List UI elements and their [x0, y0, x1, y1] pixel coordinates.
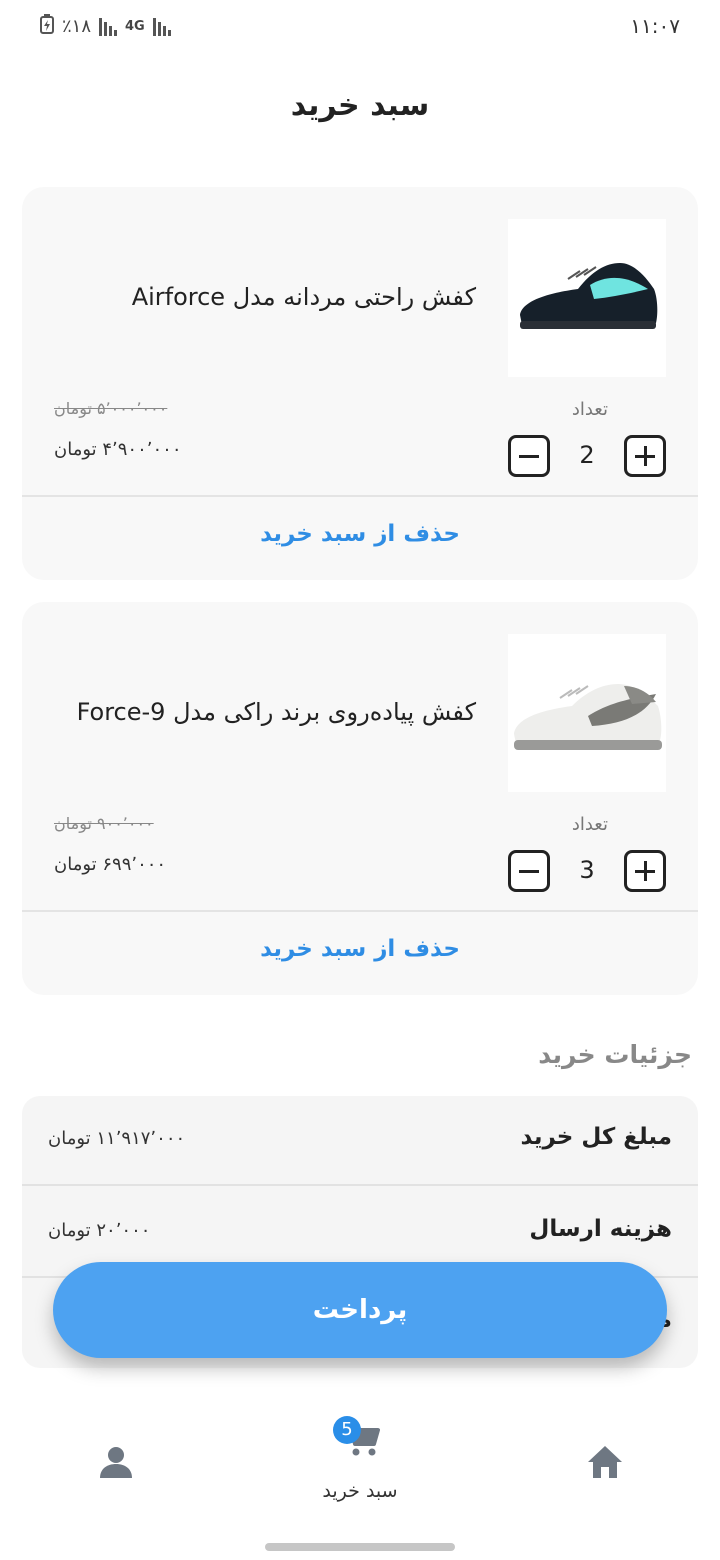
decrease-quantity-button[interactable]: [508, 850, 550, 892]
summary-label: مبلغ کل خرید: [520, 1124, 672, 1150]
product-image: [508, 219, 666, 377]
summary-value: ۲۰٬۰۰۰ تومان: [48, 1220, 151, 1241]
pay-button[interactable]: پرداخت: [53, 1262, 667, 1358]
quantity-stepper: 3: [508, 850, 666, 892]
decrease-quantity-button[interactable]: [508, 435, 550, 477]
increase-quantity-button[interactable]: [624, 435, 666, 477]
quantity-label: تعداد: [571, 399, 608, 420]
purchase-details-title: جزئیات خرید: [538, 1040, 692, 1069]
new-price: ۴٬۹۰۰٬۰۰۰ تومان: [54, 439, 182, 460]
battery-icon: [40, 14, 54, 39]
remove-from-cart-button[interactable]: حذف از سبد خرید: [22, 521, 698, 547]
increase-quantity-button[interactable]: [624, 850, 666, 892]
page-title: سبد خرید: [290, 88, 430, 123]
product-name: کفش پیاده‌روی برند راکی مدل Force-9: [76, 698, 476, 726]
cart-count-badge: 5: [333, 1416, 361, 1444]
summary-row-total: مبلغ کل خرید ۱۱٬۹۱۷٬۰۰۰ تومان: [22, 1096, 698, 1186]
battery-level: ٪۱۸: [62, 16, 92, 37]
new-price: ۶۹۹٬۰۰۰ تومان: [54, 854, 167, 875]
signal-icon-2: [152, 17, 171, 36]
white-sneaker-icon: [514, 684, 662, 750]
divider: [22, 495, 698, 497]
remove-from-cart-button[interactable]: حذف از سبد خرید: [22, 936, 698, 962]
status-bar: ٪۱۸ 4G ۱۱:۰۷: [0, 0, 720, 56]
old-price: ۵٬۰۰۰٬۰۰۰ تومان: [54, 399, 168, 418]
home-icon[interactable]: [586, 1444, 624, 1484]
clock: ۱۱:۰۷: [630, 14, 680, 38]
signal-icon: [99, 17, 118, 36]
gesture-bar: [265, 1543, 455, 1551]
summary-label: هزینه ارسال: [529, 1216, 672, 1242]
quantity-value: 2: [579, 441, 595, 469]
quantity-value: 3: [579, 856, 595, 884]
black-sneaker-icon: [520, 263, 658, 329]
bottom-nav: [0, 1400, 720, 1530]
quantity-label: تعداد: [571, 814, 608, 835]
divider: [22, 910, 698, 912]
quantity-stepper: 2: [508, 435, 666, 477]
cart-item: کفش راحتی مردانه مدل Airforce تعداد 2 ۵٬…: [22, 187, 698, 580]
cart-item: کفش پیاده‌روی برند راکی مدل Force-9 تعدا…: [22, 602, 698, 995]
profile-icon[interactable]: [98, 1444, 134, 1484]
status-left: ٪۱۸ 4G: [40, 14, 171, 39]
summary-value: ۱۱٬۹۱۷٬۰۰۰ تومان: [48, 1128, 186, 1149]
old-price: ۹۰۰٬۰۰۰ تومان: [54, 814, 154, 833]
nav-label-cart[interactable]: سبد خرید: [300, 1480, 420, 1502]
network-type: 4G: [125, 19, 145, 34]
product-image: [508, 634, 666, 792]
product-name: کفش راحتی مردانه مدل Airforce: [131, 283, 476, 311]
